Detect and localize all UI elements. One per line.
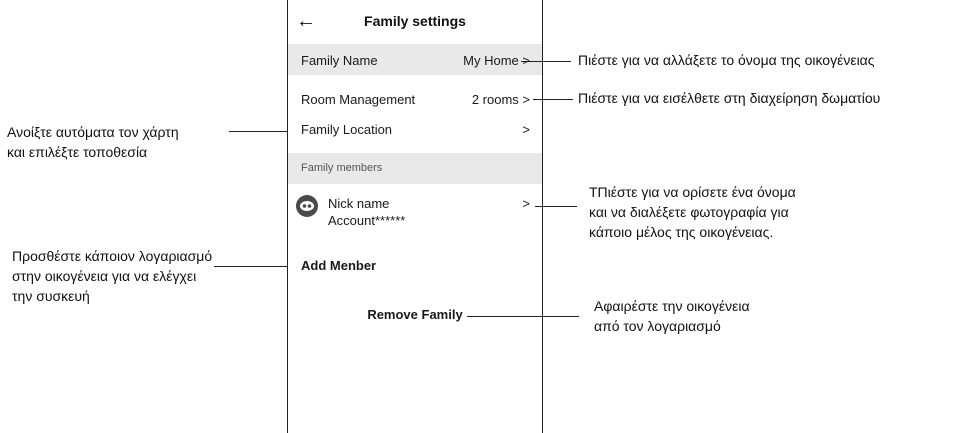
remove-family-annotation: Αφαιρέστε την οικογένεια από τον λογαρια…: [594, 296, 750, 336]
family-members-section: Family members: [288, 153, 542, 184]
room-management-row[interactable]: Room Management 2 rooms >: [288, 85, 542, 115]
room-management-leader-line: [533, 99, 573, 100]
family-location-row[interactable]: Family Location >: [288, 116, 542, 146]
phone-screen: ← Family settings Family Name My Home > …: [287, 0, 543, 433]
room-management-value: 2 rooms >: [471, 92, 530, 107]
add-member-leader-line: [214, 266, 287, 267]
page-title: Family settings: [364, 13, 466, 29]
remove-family-button[interactable]: Remove Family: [288, 307, 542, 322]
family-name-label: Family Name: [301, 53, 378, 68]
add-member-annotation-line-1: Προσθέστε κάποιον λογαριασμό: [12, 248, 213, 264]
member-annotation: ΤΠιέστε για να ορίσετε ένα όνομα και να …: [589, 182, 796, 242]
header: ← Family settings: [288, 0, 542, 42]
avatar: [296, 195, 318, 217]
add-member-button[interactable]: Add Menber: [301, 258, 376, 273]
add-member-annotation-line-3: την συσκευή: [12, 288, 90, 304]
member-chevron-icon: >: [522, 196, 530, 211]
member-annotation-line-1: ΤΠιέστε για να ορίσετε ένα όνομα: [589, 184, 796, 200]
member-row[interactable]: Nick name Account****** >: [288, 190, 542, 236]
location-annotation: Ανοίξτε αυτόματα τον χάρτη και επιλέξτε …: [7, 122, 179, 162]
remove-family-annotation-line-2: από τον λογαριασμό: [594, 318, 721, 334]
member-leader-line: [535, 206, 577, 207]
family-name-value: My Home >: [463, 53, 530, 68]
family-name-row[interactable]: Family Name My Home >: [288, 44, 542, 75]
family-members-header: Family members: [301, 162, 383, 174]
avatar-face-icon: [300, 201, 314, 211]
remove-family-annotation-line-1: Αφαιρέστε την οικογένεια: [594, 298, 750, 314]
member-account: Account******: [328, 213, 406, 228]
room-management-label: Room Management: [301, 92, 416, 107]
member-annotation-line-3: κάποιο μέλος της οικογένειας.: [589, 224, 774, 240]
family-location-label: Family Location: [301, 122, 393, 137]
add-member-annotation: Προσθέστε κάποιον λογαριασμό στην οικογέ…: [12, 246, 212, 306]
family-name-annotation: Πιέστε για να αλλάξετε το όνομα της οικο…: [578, 52, 875, 68]
family-name-leader-line: [521, 61, 571, 62]
member-annotation-line-2: και να διαλέξετε φωτογραφία για: [589, 204, 789, 220]
location-annotation-line-1: Ανοίξτε αυτόματα τον χάρτη: [7, 124, 179, 140]
family-location-chevron: >: [522, 122, 530, 137]
add-member-annotation-line-2: στην οικογένεια για να ελέγχει: [12, 268, 197, 284]
remove-family-leader-line: [467, 316, 579, 317]
location-leader-line: [229, 131, 287, 132]
member-name: Nick name: [328, 196, 390, 211]
location-annotation-line-2: και επιλέξτε τοποθεσία: [7, 144, 148, 160]
room-management-annotation: Πιέστε για να εισέλθετε στη διαχείρηση δ…: [578, 90, 881, 106]
